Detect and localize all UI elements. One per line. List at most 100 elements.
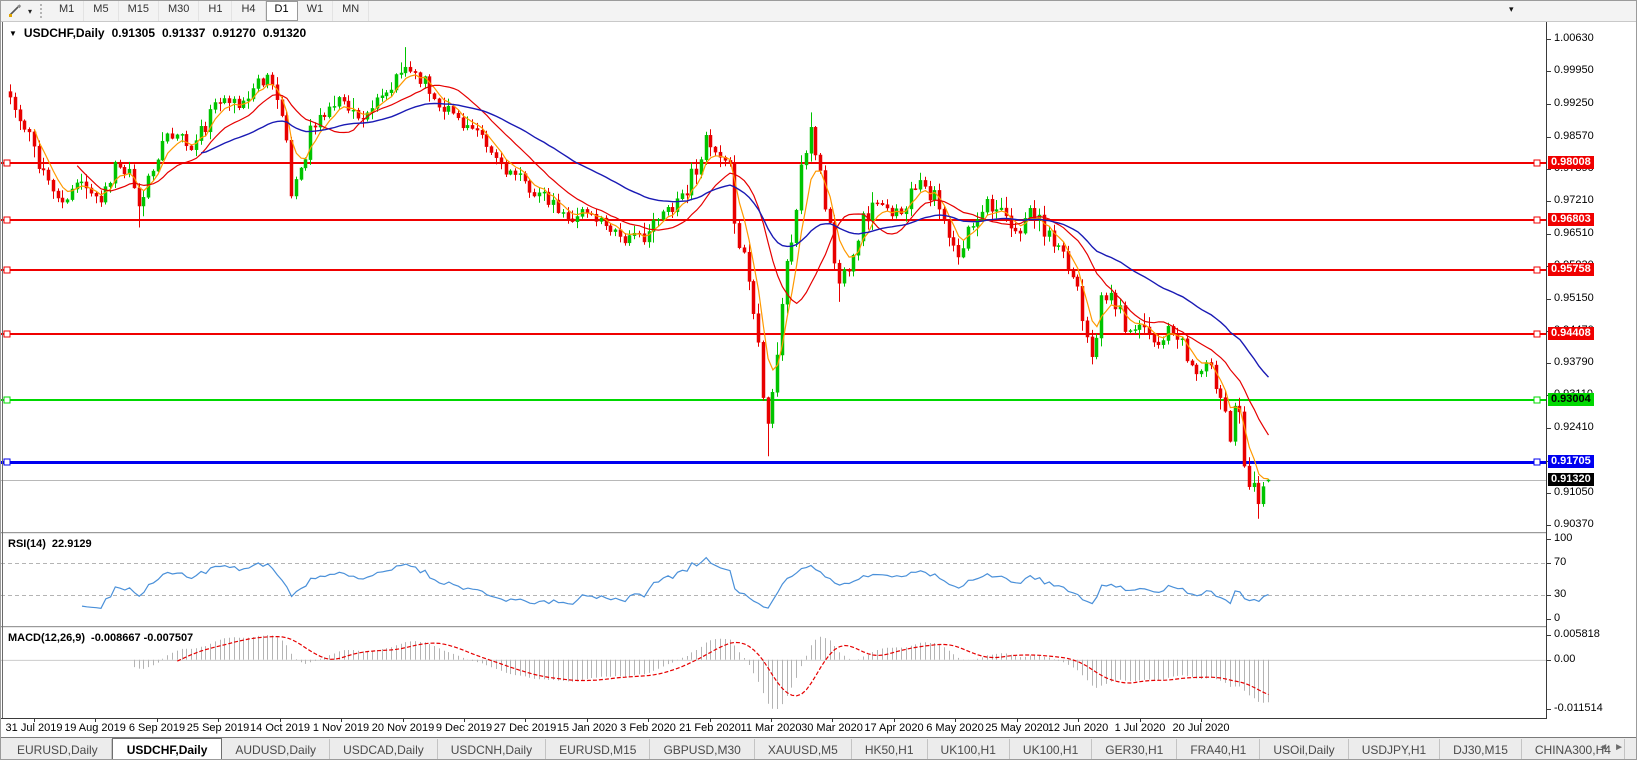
date-label: 12 Jun 2020 xyxy=(1047,722,1109,734)
axis-tick-label: 0.99950 xyxy=(1554,64,1594,76)
hline-handle[interactable] xyxy=(1533,330,1541,338)
scroll-right-icon[interactable]: ► xyxy=(1614,742,1630,753)
axis-tick xyxy=(1547,137,1551,138)
hline-0.98008[interactable] xyxy=(1,162,1546,164)
tab-xauusd-m5[interactable]: XAUUSD,M5 xyxy=(755,739,852,759)
date-label: 15 Jan 2020 xyxy=(556,722,618,734)
hline-handle[interactable] xyxy=(1533,266,1541,274)
date-label: 1 Jul 2020 xyxy=(1114,722,1166,734)
axis-tick-label: 0.97210 xyxy=(1554,194,1594,206)
axis-tick-label: 0.90370 xyxy=(1554,518,1594,530)
hline-handle[interactable] xyxy=(1533,396,1541,404)
axis-tick xyxy=(1547,619,1551,620)
scroll-left-icon[interactable]: ◄ xyxy=(1598,742,1614,753)
hline-price-label: 0.93004 xyxy=(1548,393,1594,406)
period-button-h4[interactable]: H4 xyxy=(232,1,266,21)
macd-chart[interactable] xyxy=(1,628,1546,718)
period-button-w1[interactable]: W1 xyxy=(298,1,334,21)
axis-tick xyxy=(1547,563,1551,564)
low-value: 0.91270 xyxy=(212,26,256,40)
tab-hk50-h1[interactable]: HK50,H1 xyxy=(852,739,928,759)
axis-tick xyxy=(1547,234,1551,235)
date-label: 6 May 2020 xyxy=(926,722,984,734)
hline-handle[interactable] xyxy=(1533,458,1541,466)
tab-uk100-h1[interactable]: UK100,H1 xyxy=(1010,739,1093,759)
trading-platform-window: ▾ M1 M5 M15 M30 H1 H4 D1 W1 MN ▾ ▼ USDCHF,Daily … xyxy=(0,0,1637,760)
rsi-pane[interactable] xyxy=(1,534,1546,626)
period-button-m5[interactable]: M5 xyxy=(84,1,119,21)
hline-price-label: 0.95758 xyxy=(1548,263,1594,276)
period-button-d1[interactable]: D1 xyxy=(265,1,298,21)
hline-0.91705[interactable] xyxy=(1,461,1546,464)
macd-pane[interactable] xyxy=(1,628,1546,718)
axis-tick-label: 0.99250 xyxy=(1554,97,1594,109)
period-button-m15[interactable]: M15 xyxy=(119,1,159,21)
tab-eurusd-m15[interactable]: EURUSD,M15 xyxy=(546,739,651,759)
axis-tick xyxy=(1547,493,1551,494)
main-price-pane[interactable] xyxy=(1,22,1546,532)
toolbar-overflow-icon[interactable]: ▾ xyxy=(1509,4,1514,15)
date-axis[interactable]: 31 Jul 2019 19 Aug 2019 6 Sep 2019 25 Sep 2… xyxy=(1,719,1546,737)
tab-usoil-daily[interactable]: USOil,Daily xyxy=(1260,739,1349,759)
chevron-down-icon[interactable]: ▼ xyxy=(9,29,17,38)
toolbar-grip[interactable] xyxy=(40,4,45,18)
hline-handle[interactable] xyxy=(3,159,11,167)
tab-usdchf-daily[interactable]: USDCHF,Daily xyxy=(111,738,223,759)
hline-handle[interactable] xyxy=(3,396,11,404)
tab-dj30-m15[interactable]: DJ30,M15 xyxy=(1440,739,1522,759)
axis-tick-label: 0.93790 xyxy=(1554,356,1594,368)
axis-tick xyxy=(1547,595,1551,596)
rsi-value: 22.9129 xyxy=(51,538,92,550)
axis-tick-label: -0.011514 xyxy=(1554,702,1603,714)
hline-0.94408[interactable] xyxy=(1,333,1546,335)
chart-tab-bar: EURUSD,Daily USDCHF,Daily AUDUSD,Daily USDC… xyxy=(1,737,1636,759)
macd-signal-line xyxy=(177,636,1269,697)
axis-tick xyxy=(1547,635,1551,636)
tab-ger30-h1[interactable]: GER30,H1 xyxy=(1092,739,1178,759)
tab-fra40-h1[interactable]: FRA40,H1 xyxy=(1177,739,1261,759)
axis-tick xyxy=(1547,660,1551,661)
chevron-down-icon[interactable]: ▾ xyxy=(24,7,36,16)
tab-usdjpy-h1[interactable]: USDJPY,H1 xyxy=(1349,739,1441,759)
axis-tick-label: 100 xyxy=(1554,532,1573,544)
date-label: 17 Apr 2020 xyxy=(864,722,924,734)
axis-tick xyxy=(1547,201,1551,202)
tab-usdcad-daily[interactable]: USDCAD,Daily xyxy=(330,739,438,759)
tab-gbpusd-m30[interactable]: GBPUSD,M30 xyxy=(650,739,755,759)
rsi-chart[interactable] xyxy=(1,534,1546,626)
hline-handle[interactable] xyxy=(1533,216,1541,224)
axis-tick xyxy=(1547,104,1551,105)
hline-price-label: 0.91705 xyxy=(1548,455,1594,468)
rsi-line xyxy=(81,556,1269,609)
axis-tick xyxy=(1547,363,1551,364)
date-label: 20 Jul 2020 xyxy=(1172,722,1230,734)
tab-uk100-h1[interactable]: UK100,H1 xyxy=(928,739,1010,759)
macd-name: MACD(12,26,9) xyxy=(8,632,86,644)
period-button-h1[interactable]: H1 xyxy=(199,1,233,21)
period-button-m1[interactable]: M1 xyxy=(50,1,85,21)
axis-tick xyxy=(1547,709,1551,710)
hline-handle[interactable] xyxy=(3,458,11,466)
axis-tick-label: 0.98570 xyxy=(1554,130,1594,142)
tab-usdcnh-daily[interactable]: USDCNH,Daily xyxy=(438,739,547,759)
date-label: 19 Aug 2019 xyxy=(64,722,126,734)
current-price-label: 0.91320 xyxy=(1548,473,1594,486)
hline-handle[interactable] xyxy=(3,216,11,224)
period-button-m30[interactable]: M30 xyxy=(159,1,200,21)
candlestick-chart[interactable] xyxy=(1,22,1546,532)
hline-handle[interactable] xyxy=(3,330,11,338)
hline-0.95758[interactable] xyxy=(1,269,1546,271)
price-axis[interactable]: 1.006300.999500.992500.985700.978900.972… xyxy=(1547,22,1636,718)
crosshair-tool-icon[interactable] xyxy=(4,2,24,20)
chart-left-border xyxy=(2,22,3,718)
hline-handle[interactable] xyxy=(1533,159,1541,167)
tab-eurusd-daily[interactable]: EURUSD,Daily xyxy=(4,739,112,759)
tab-audusd-daily[interactable]: AUDUSD,Daily xyxy=(222,739,331,759)
hline-price-label: 0.94408 xyxy=(1548,327,1594,340)
hline-handle[interactable] xyxy=(3,266,11,274)
date-label: 25 May 2020 xyxy=(985,722,1049,734)
hline-0.96803[interactable] xyxy=(1,219,1546,221)
rsi-indicator-label: RSI(14) 22.9129 xyxy=(8,538,92,550)
period-button-mn[interactable]: MN xyxy=(333,1,370,21)
axis-tick-label: 0.005818 xyxy=(1554,628,1600,640)
